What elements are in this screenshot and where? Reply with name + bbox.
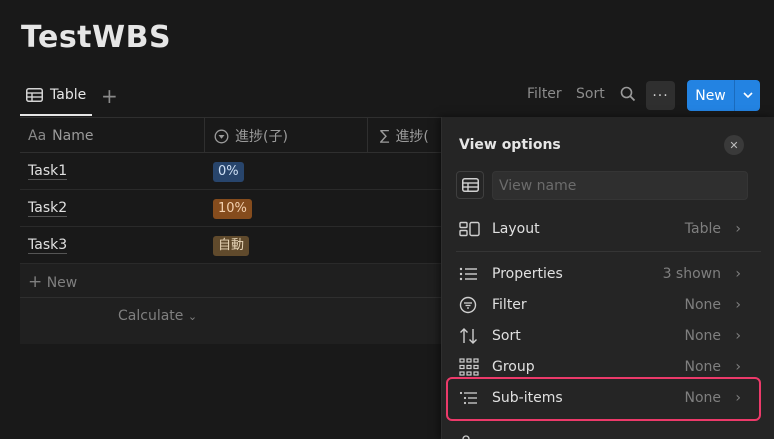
tab-table-label: Table xyxy=(50,87,87,103)
column-header-progress-child[interactable]: 進捗(子) xyxy=(214,118,288,154)
text-property-icon: Aa xyxy=(28,128,47,144)
option-label: Sort xyxy=(492,327,521,344)
layout-icon xyxy=(459,219,481,239)
next-option-partial xyxy=(459,429,479,439)
option-subitems[interactable]: Sub-items None › xyxy=(442,382,774,413)
option-value: None xyxy=(684,296,721,313)
table-header: Aa Name 進捗(子) ∑ 進捗( xyxy=(20,117,460,153)
group-icon xyxy=(459,357,481,377)
table-row[interactable]: Task3 自動 xyxy=(20,227,460,264)
calculate-row[interactable]: Calculate ⌄ xyxy=(20,298,460,344)
formula-property-icon: ∑ xyxy=(380,128,390,144)
progress-tag[interactable]: 0% xyxy=(213,162,244,182)
column-header-label: 進捗( xyxy=(395,129,429,145)
chevron-down-icon: ⌄ xyxy=(187,310,198,323)
chevron-right-icon: › xyxy=(735,265,741,282)
select-property-icon xyxy=(214,129,229,143)
filter-icon xyxy=(459,295,481,315)
view-toolbar: Table + Filter Sort ··· New xyxy=(0,76,774,116)
plus-icon: + xyxy=(28,272,43,292)
table-row[interactable]: Task1 0% xyxy=(20,153,460,190)
option-value: 3 shown xyxy=(662,265,721,282)
subitems-icon xyxy=(459,388,481,408)
view-name-input[interactable] xyxy=(492,171,748,200)
panel-title: View options xyxy=(459,137,561,153)
more-options-button[interactable]: ··· xyxy=(646,81,675,110)
new-button[interactable]: New xyxy=(687,80,734,111)
new-dropdown-button[interactable] xyxy=(734,80,760,111)
option-value: None xyxy=(684,327,721,344)
add-view-icon[interactable]: + xyxy=(101,84,118,108)
option-label: Layout xyxy=(492,220,540,237)
sort-button[interactable]: Sort xyxy=(576,86,605,102)
column-header-name[interactable]: Aa Name xyxy=(28,118,93,154)
table-icon xyxy=(26,88,43,102)
option-value: None xyxy=(684,358,721,375)
add-row-label: New xyxy=(46,275,78,291)
table-icon xyxy=(461,178,479,192)
table-row[interactable]: Task2 10% xyxy=(20,190,460,227)
option-filter[interactable]: Filter None › xyxy=(442,289,774,320)
row-name[interactable]: Task3 xyxy=(28,237,68,254)
progress-tag[interactable]: 10% xyxy=(213,199,252,219)
option-value: Table xyxy=(684,220,721,237)
column-divider xyxy=(204,118,205,152)
chevron-right-icon: › xyxy=(735,296,741,313)
row-name[interactable]: Task1 xyxy=(28,163,68,180)
chevron-right-icon: › xyxy=(735,389,741,406)
chevron-right-icon: › xyxy=(735,220,741,237)
calculate-wrap: Calculate ⌄ xyxy=(118,308,197,324)
column-header-label: Name xyxy=(52,128,94,144)
column-divider xyxy=(367,118,368,152)
chevron-right-icon: › xyxy=(735,358,741,375)
sort-arrows-icon xyxy=(459,326,481,346)
progress-tag[interactable]: 自動 xyxy=(213,236,250,256)
option-label: Filter xyxy=(492,296,527,313)
column-header-progress[interactable]: ∑ 進捗( xyxy=(380,118,429,154)
lock-icon xyxy=(462,435,470,439)
option-value: None xyxy=(684,389,721,406)
divider xyxy=(456,251,761,252)
add-row-button[interactable]: + New xyxy=(20,264,460,298)
column-header-label: 進捗(子) xyxy=(235,129,288,145)
calculate-label: Calculate xyxy=(118,308,184,324)
database-table: Aa Name 進捗(子) ∑ 進捗( Task1 0% Task2 10% T… xyxy=(20,117,460,344)
option-label: Properties xyxy=(492,265,563,282)
filter-button[interactable]: Filter xyxy=(527,86,562,102)
option-layout[interactable]: Layout Table › xyxy=(442,213,774,244)
view-options-panel: View options ✕ Layout Table › xyxy=(441,117,774,439)
page-title: TestWBS xyxy=(21,20,172,55)
add-row-label-wrap: + New xyxy=(28,272,77,292)
search-icon[interactable] xyxy=(620,86,636,102)
option-properties[interactable]: Properties 3 shown › xyxy=(442,258,774,289)
option-sort[interactable]: Sort None › xyxy=(442,320,774,351)
close-icon[interactable]: ✕ xyxy=(724,135,744,155)
new-button-group: New xyxy=(687,80,760,111)
list-icon xyxy=(459,264,481,284)
view-icon-picker[interactable] xyxy=(456,171,484,199)
option-label: Group xyxy=(492,358,535,375)
chevron-down-icon xyxy=(742,92,753,99)
chevron-right-icon: › xyxy=(735,327,741,344)
row-name[interactable]: Task2 xyxy=(28,200,68,217)
option-label: Sub-items xyxy=(492,389,563,406)
tab-table[interactable]: Table xyxy=(20,76,93,116)
option-group[interactable]: Group None › xyxy=(442,351,774,382)
